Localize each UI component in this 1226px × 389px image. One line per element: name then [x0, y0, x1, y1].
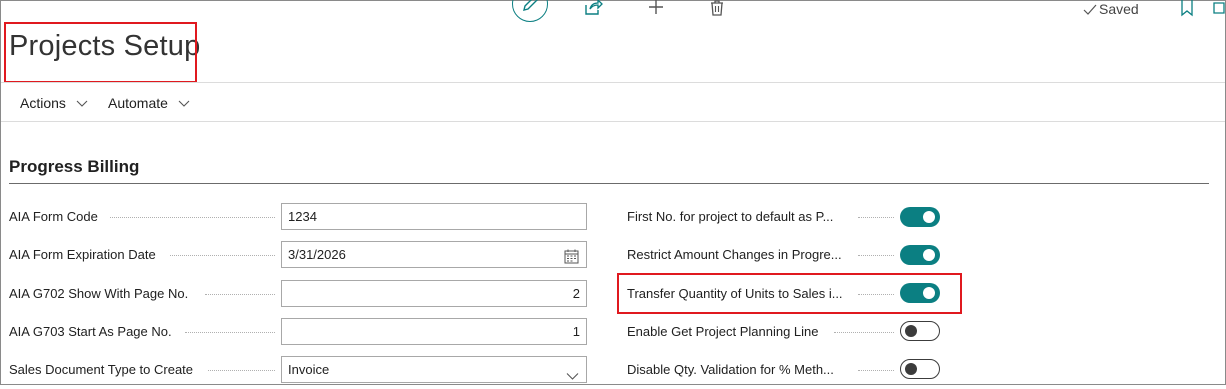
chevron-down-icon: [566, 364, 579, 389]
share-icon: [585, 0, 603, 15]
label-leader: [110, 217, 275, 219]
plus-icon: [649, 0, 663, 14]
field-value: 2: [572, 286, 580, 301]
field-label-first-no-for-project: First No. for project to default as P...: [627, 209, 834, 224]
chevron-down-icon: [178, 100, 190, 108]
field-label-aia-form-code: AIA Form Code: [9, 209, 98, 224]
section-underline: [9, 183, 1209, 184]
delete-button[interactable]: [706, 0, 728, 19]
label-leader: [834, 332, 894, 334]
share-button[interactable]: [582, 0, 604, 19]
chevron-down-icon: [76, 100, 88, 108]
field-label-disable-qty-validation: Disable Qty. Validation for % Meth...: [627, 362, 834, 377]
pencil-icon: [522, 0, 537, 11]
toggle-knob: [904, 362, 917, 375]
menu-divider: [1, 121, 1225, 122]
label-leader: [858, 370, 894, 372]
field-label-sales-document-type-to-create: Sales Document Type to Create: [9, 362, 194, 377]
restrict-amount-changes-toggle[interactable]: [900, 245, 940, 265]
toggle-knob: [904, 324, 917, 337]
label-leader: [185, 332, 275, 334]
toggle-knob: [923, 249, 935, 261]
title-highlight: [4, 22, 197, 83]
label-leader: [205, 294, 275, 296]
field-value: 1: [572, 324, 580, 339]
calendar-icon-glyph: [564, 249, 579, 264]
new-button[interactable]: [645, 0, 667, 19]
disable-qty-validation-toggle[interactable]: [900, 359, 940, 379]
field-label-restrict-amount-changes: Restrict Amount Changes in Progre...: [627, 247, 842, 262]
first-no-default-toggle[interactable]: [900, 207, 940, 227]
field-label-aia-g703-start-as-page-no: AIA G703 Start As Page No.: [9, 324, 172, 339]
checkmark-icon: [1083, 4, 1097, 16]
field-label-aia-g702-show-with-page-no: AIA G702 Show With Page No.: [9, 286, 189, 301]
enable-get-project-planning-line-toggle[interactable]: [900, 321, 940, 341]
toggle-knob: [923, 211, 935, 223]
bookmark-icon: [1181, 0, 1193, 17]
label-leader: [208, 370, 275, 372]
save-status: Saved: [1083, 1, 1139, 17]
chevron-down-glyph: [566, 373, 579, 380]
aia-g702-show-with-page-no-input[interactable]: 2: [281, 280, 587, 307]
automate-menu[interactable]: Automate: [108, 95, 190, 111]
transfer-quantity-highlight: [617, 273, 962, 314]
save-status-label: Saved: [1099, 1, 1139, 17]
aia-g703-start-as-page-no-input[interactable]: 1: [281, 318, 587, 345]
automate-menu-label: Automate: [108, 95, 168, 111]
expand-button[interactable]: [1210, 0, 1226, 19]
field-value: 3/31/2026: [288, 247, 346, 262]
edit-button[interactable]: [512, 0, 548, 22]
actions-menu-label: Actions: [20, 95, 66, 111]
section-header-progress-billing[interactable]: Progress Billing: [9, 157, 139, 177]
header-divider: [1, 82, 1225, 83]
expand-icon: [1213, 2, 1225, 14]
bookmark-button[interactable]: [1176, 0, 1198, 19]
label-leader: [170, 255, 275, 257]
aia-form-expiration-date-input[interactable]: 3/31/2026: [281, 241, 587, 268]
aia-form-code-input[interactable]: 1234: [281, 203, 587, 230]
label-leader: [858, 217, 894, 219]
trash-icon: [711, 0, 723, 16]
field-value: Invoice: [288, 362, 330, 377]
calendar-icon[interactable]: [564, 247, 579, 272]
sales-document-type-select[interactable]: Invoice: [281, 356, 587, 383]
field-label-enable-get-project-planning-line: Enable Get Project Planning Line: [627, 324, 819, 339]
field-value: 1234: [288, 209, 317, 224]
label-leader: [858, 255, 894, 257]
field-label-aia-form-expiration-date: AIA Form Expiration Date: [9, 247, 156, 262]
actions-menu[interactable]: Actions: [20, 95, 88, 111]
